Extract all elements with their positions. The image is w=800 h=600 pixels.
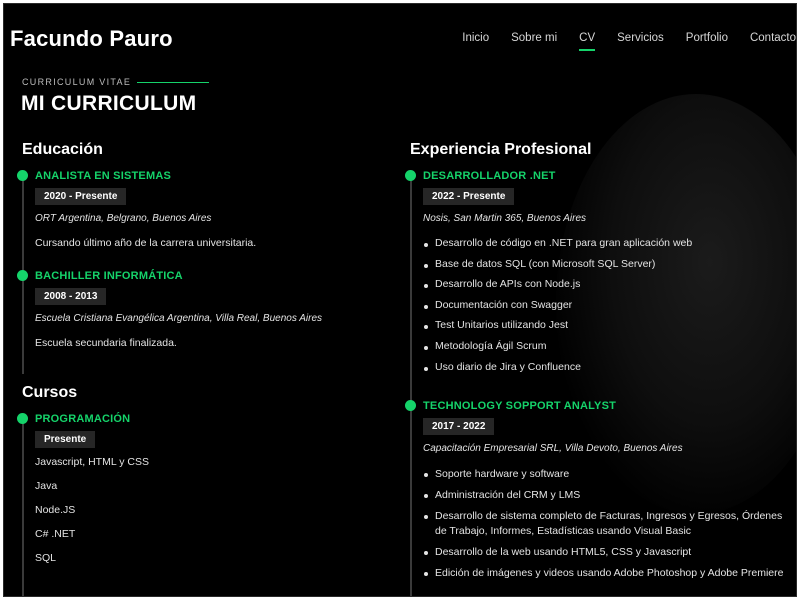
course-topic-list: Javascript, HTML y CSS Java Node.JS C# .…	[35, 456, 149, 576]
timeline-dot	[17, 270, 28, 281]
nav-link-cv[interactable]: CV	[579, 32, 595, 51]
course-topic: Node.JS	[35, 504, 76, 516]
nav-link-inicio[interactable]: Inicio	[462, 32, 489, 48]
bullet-item: Uso diario de Jira y Confluence	[423, 361, 791, 382]
date-badge: 2008 - 2013	[35, 288, 107, 305]
timeline-dot	[17, 413, 28, 424]
main-nav: Inicio Sobre mi CV Servicios Portfolio C…	[440, 32, 796, 51]
bullet-item: Desarrollo de código en .NET para gran a…	[423, 237, 791, 258]
bullet-item: Test Unitarios utilizando Jest	[423, 319, 791, 340]
experience-item-title: TECHNOLOGY SOPPORT ANALYST	[423, 400, 617, 412]
courses-timeline	[22, 422, 24, 596]
course-topic: SQL	[35, 552, 57, 564]
brand-logo[interactable]: Facundo Pauro	[10, 26, 173, 52]
timeline-dot	[405, 400, 416, 411]
experience-item-place: Nosis, San Martin 365, Buenos Aires	[423, 213, 587, 224]
nav-link-sobre-mi[interactable]: Sobre mi	[511, 32, 557, 48]
experience-item-place: Capacitación Empresarial SRL, Villa Devo…	[423, 443, 683, 454]
experience-bullet-list: Desarrollo de código en .NET para gran a…	[423, 237, 791, 381]
section-subtitle-row: CURRICULUM VITAE	[22, 77, 210, 87]
education-item-title: ANALISTA EN SISTEMAS	[35, 170, 172, 182]
date-badge: Presente	[35, 431, 96, 448]
education-item-description: Escuela secundaria finalizada.	[35, 337, 177, 349]
bullet-item: Metodología Ágil Scrum	[423, 340, 791, 361]
course-topic: C# .NET	[35, 528, 76, 540]
navbar: Facundo Pauro Inicio Sobre mi CV Servici…	[4, 4, 796, 74]
section-subtitle: CURRICULUM VITAE	[22, 77, 132, 87]
experience-title: Experiencia Profesional	[410, 141, 592, 158]
timeline-dot	[405, 170, 416, 181]
bullet-item: Desarrollo de APIs con Node.js	[423, 278, 791, 299]
bullet-item: Base de datos SQL (con Microsoft SQL Ser…	[423, 258, 791, 279]
education-title: Educación	[22, 141, 103, 158]
subtitle-divider	[137, 81, 210, 83]
date-badge: 2020 - Presente	[35, 188, 127, 205]
experience-bullet-list: Soporte hardware y software Administraci…	[423, 467, 791, 587]
nav-link-servicios[interactable]: Servicios	[617, 32, 664, 48]
education-item-place: ORT Argentina, Belgrano, Buenos Aires	[35, 213, 212, 224]
cv-page: Facundo Pauro Inicio Sobre mi CV Servici…	[3, 3, 797, 597]
nav-link-portfolio[interactable]: Portfolio	[686, 32, 728, 48]
bullet-item: Edición de imágenes y videos usando Adob…	[423, 566, 791, 581]
experience-item-title: DESARROLLADOR .NET	[423, 170, 556, 182]
date-badge: 2022 - Presente	[423, 188, 515, 205]
education-item-title: BACHILLER INFORMÁTICA	[35, 270, 183, 282]
experience-timeline	[410, 179, 412, 596]
course-topic: Javascript, HTML y CSS	[35, 456, 149, 468]
education-item-place: Escuela Cristiana Evangélica Argentina, …	[35, 313, 323, 324]
bullet-item: Administración del CRM y LMS	[423, 488, 791, 503]
courses-title: Cursos	[22, 384, 78, 401]
bullet-item: Soporte hardware y software	[423, 467, 791, 482]
timeline-dot	[17, 170, 28, 181]
bullet-item: Desarrollo de sistema completo de Factur…	[423, 509, 791, 539]
course-topic: Java	[35, 480, 58, 492]
page-title: MI CURRICULUM	[21, 92, 197, 115]
education-item-description: Cursando último año de la carrera univer…	[35, 237, 257, 249]
course-item-title: PROGRAMACIÓN	[35, 413, 131, 425]
nav-link-contacto[interactable]: Contacto	[750, 32, 796, 48]
bullet-item: Desarrollo de la web usando HTML5, CSS y…	[423, 545, 791, 560]
date-badge: 2017 - 2022	[423, 418, 495, 435]
bullet-item: Documentación con Swagger	[423, 299, 791, 320]
